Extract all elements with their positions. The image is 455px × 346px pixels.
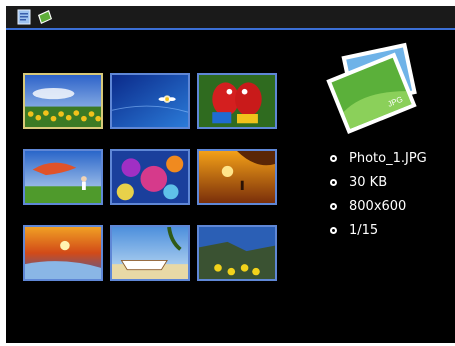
info-row-resolution: 800x600 [330,194,427,218]
resolution-text: 800x600 [349,198,407,214]
bullet-icon [330,178,337,186]
file-info-panel: Photo_1.JPG 30 KB 800x600 1/15 [330,146,427,242]
bullet-icon [330,154,337,162]
top-toolbar [6,6,455,28]
thumb-parrots[interactable] [197,73,277,129]
info-row-filename: Photo_1.JPG [330,146,427,170]
thumb-coral-reef[interactable] [110,149,190,205]
thumb-sunflowers[interactable] [23,73,103,129]
thumb-beach-sunset[interactable] [23,225,103,281]
toolbar-divider [6,28,455,30]
info-row-size: 30 KB [330,170,427,194]
photo-viewer-screen: JPG Photo_1.JPG 30 KB 800x600 1/15 [6,6,455,343]
bullet-icon [330,226,337,234]
thumb-kite-runner[interactable] [23,149,103,205]
thumb-sunset-surfer[interactable] [197,149,277,205]
preview-image: JPG [325,39,425,135]
thumb-underwater[interactable] [110,73,190,129]
photo-icon[interactable] [36,9,54,25]
info-row-index: 1/15 [330,218,427,242]
index-text: 1/15 [349,222,379,238]
filename-text: Photo_1.JPG [349,150,427,166]
bullet-icon [330,202,337,210]
thumb-coast-flowers[interactable] [197,225,277,281]
filesize-text: 30 KB [349,174,388,190]
document-icon[interactable] [16,9,34,25]
device-frame: JPG Photo_1.JPG 30 KB 800x600 1/15 [0,0,455,346]
thumb-boat-beach[interactable] [110,225,190,281]
